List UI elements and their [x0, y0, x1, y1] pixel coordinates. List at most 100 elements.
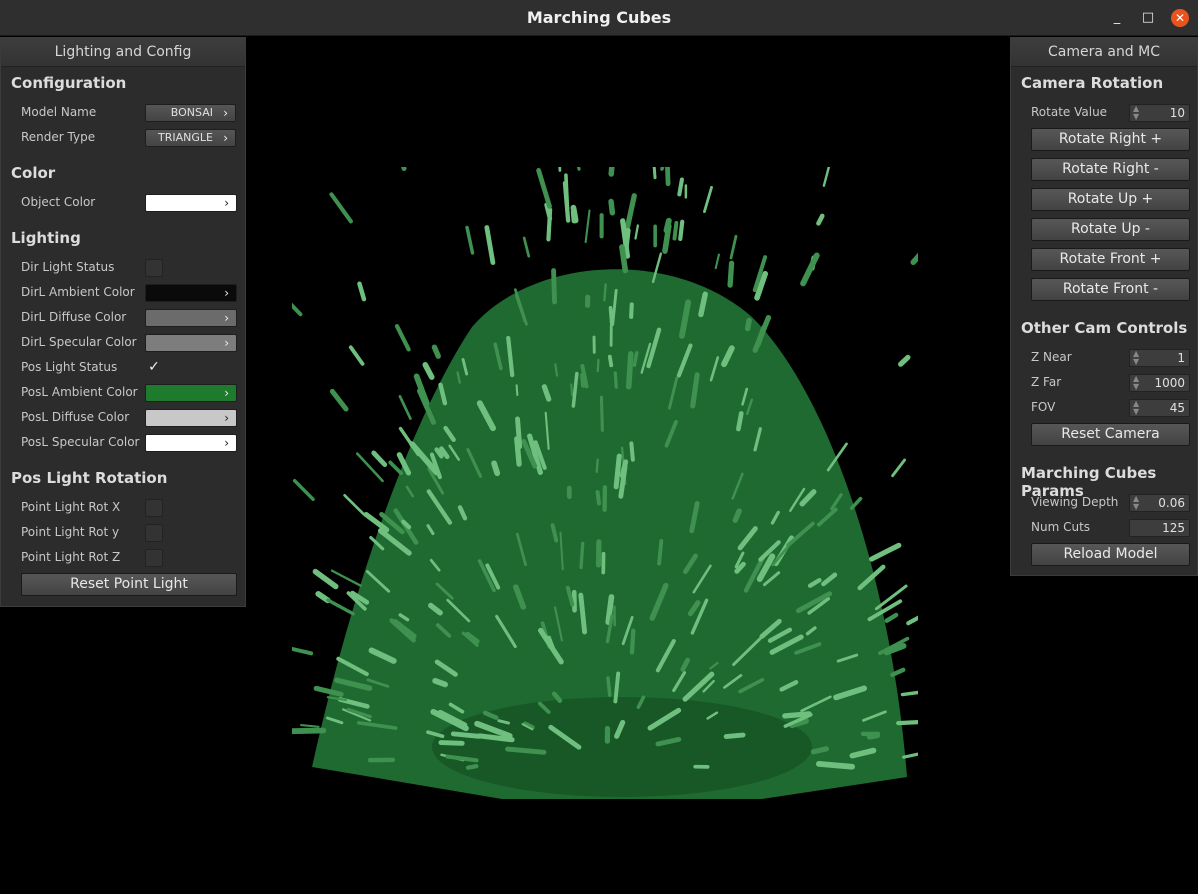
model-streak: [868, 542, 902, 562]
pos-light-status-label: Pos Light Status: [21, 360, 118, 374]
reset-point-light-button[interactable]: Reset Point Light: [21, 573, 237, 596]
chevron-right-icon: ›: [223, 131, 228, 145]
model-streak: [371, 450, 388, 468]
rotate-up-minus-button[interactable]: Rotate Up -: [1031, 218, 1190, 241]
fov-input[interactable]: ▲ ▼ 45: [1129, 399, 1190, 417]
model-streak: [292, 302, 303, 317]
model-streak: [438, 740, 465, 746]
dirl-diffuse-color-button[interactable]: ›: [145, 309, 237, 327]
spinner-icon[interactable]: ▲ ▼: [1133, 350, 1139, 366]
viewing-depth-input[interactable]: ▲ ▼ 0.06: [1129, 494, 1190, 512]
model-streak: [315, 591, 331, 604]
rotate-front-plus-button[interactable]: Rotate Front +: [1031, 248, 1190, 271]
num-cuts-input[interactable]: 125: [1129, 519, 1190, 537]
spinner-icon[interactable]: ▲ ▼: [1133, 105, 1139, 121]
point-light-rot-x-checkbox[interactable]: [145, 499, 163, 517]
dirl-diffuse-color-label: DirL Diffuse Color: [21, 310, 127, 324]
model-streak: [672, 220, 679, 241]
reset-camera-button[interactable]: Reset Camera: [1031, 423, 1190, 446]
model-streak: [906, 615, 918, 626]
posl-specular-color-button[interactable]: ›: [145, 434, 237, 452]
model-streak: [896, 720, 918, 726]
rotate-up-plus-button[interactable]: Rotate Up +: [1031, 188, 1190, 211]
rotate-right-plus-button[interactable]: Rotate Right +: [1031, 128, 1190, 151]
model-streak: [450, 731, 482, 739]
fov-label: FOV: [1031, 400, 1056, 414]
z-near-input[interactable]: ▲ ▼ 1: [1129, 349, 1190, 367]
spinner-icon[interactable]: ▲ ▼: [1133, 495, 1139, 511]
reload-model-button[interactable]: Reload Model: [1031, 543, 1190, 566]
dir-light-status-checkbox[interactable]: [145, 259, 163, 277]
viewing-depth-value: 0.06: [1158, 496, 1185, 510]
minimize-icon[interactable]: _: [1108, 9, 1126, 27]
chevron-right-icon: ›: [224, 311, 229, 325]
model-streak: [570, 383, 574, 397]
num-cuts-label: Num Cuts: [1031, 520, 1091, 534]
camera-rotation-heading: Camera Rotation: [1021, 74, 1164, 92]
model-streak: [898, 354, 911, 367]
viewing-depth-label: Viewing Depth: [1031, 495, 1119, 509]
model-streak: [606, 676, 612, 697]
model-streak: [558, 167, 562, 172]
posl-diffuse-color-label: PosL Diffuse Color: [21, 410, 130, 424]
model-streak: [484, 225, 496, 265]
model-streak: [736, 411, 744, 432]
model-streak: [608, 306, 614, 326]
model-streak: [596, 358, 600, 373]
model-streak: [815, 761, 856, 770]
model-streak: [727, 260, 735, 288]
model-streak: [570, 204, 579, 224]
point-light-rot-y-checkbox[interactable]: [145, 524, 163, 542]
z-far-input[interactable]: ▲ ▼ 1000: [1129, 374, 1190, 392]
model-streak: [292, 727, 327, 735]
model-streak: [607, 354, 614, 368]
render-type-dropdown[interactable]: TRIANGLE ›: [145, 129, 236, 147]
posl-diffuse-color-button[interactable]: ›: [145, 409, 237, 427]
spinner-icon[interactable]: ▲ ▼: [1133, 375, 1139, 391]
model-streak: [515, 416, 523, 450]
model-streak: [505, 746, 547, 755]
model-streak: [348, 345, 365, 366]
model-streak: [891, 458, 907, 478]
model-streak: [394, 324, 411, 352]
model-streak: [312, 568, 339, 590]
panel-title[interactable]: Lighting and Config: [1, 38, 245, 67]
model-streak: [665, 167, 671, 187]
model-streak: [625, 351, 634, 390]
maximize-icon[interactable]: □: [1139, 9, 1157, 27]
dirl-ambient-color-button[interactable]: ›: [145, 284, 237, 302]
window-title: Marching Cubes: [526, 8, 672, 27]
point-light-rot-z-checkbox[interactable]: [145, 549, 163, 567]
model-streak: [292, 646, 314, 656]
chevron-right-icon: ›: [224, 436, 229, 450]
model-streak: [657, 538, 664, 566]
model-streak: [329, 192, 353, 224]
model-streak: [432, 678, 449, 688]
point-light-rot-x-label: Point Light Rot X: [21, 500, 121, 514]
model-streak: [422, 362, 435, 380]
model-streak: [491, 460, 501, 477]
camera-mc-panel: Camera and MC Camera Rotation Rotate Val…: [1010, 37, 1198, 576]
dirl-specular-color-button[interactable]: ›: [145, 334, 237, 352]
model-streak: [629, 302, 634, 319]
rotate-right-minus-button[interactable]: Rotate Right -: [1031, 158, 1190, 181]
rotate-front-minus-button[interactable]: Rotate Front -: [1031, 278, 1190, 301]
fov-value: 45: [1169, 401, 1185, 415]
chevron-right-icon: ›: [224, 336, 229, 350]
model-streak: [613, 453, 622, 490]
model-streak: [599, 395, 604, 432]
model-name-dropdown[interactable]: BONSAI ›: [145, 104, 236, 122]
posl-ambient-color-button[interactable]: ›: [145, 384, 237, 402]
model-streak: [546, 207, 553, 242]
rotate-value-label: Rotate Value: [1031, 105, 1108, 119]
model-streak: [579, 541, 585, 570]
panel-title[interactable]: Camera and MC: [1011, 38, 1197, 67]
spinner-icon[interactable]: ▲ ▼: [1133, 400, 1139, 416]
rotate-value-input[interactable]: ▲ ▼ 10: [1129, 104, 1190, 122]
model-streak: [822, 167, 831, 187]
render-type-value: TRIANGLE: [158, 131, 213, 144]
pos-light-status-checkbox[interactable]: ✓: [145, 359, 163, 377]
close-icon[interactable]: ✕: [1171, 9, 1189, 27]
dirl-specular-color-label: DirL Specular Color: [21, 335, 137, 349]
object-color-button[interactable]: ›: [145, 194, 237, 212]
